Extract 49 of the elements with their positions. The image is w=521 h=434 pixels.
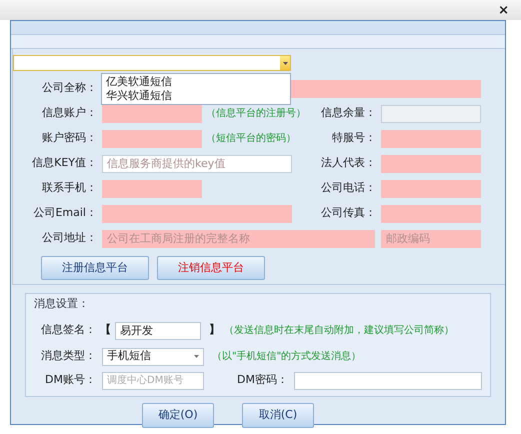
input-field[interactable] <box>381 130 481 148</box>
type-select[interactable]: 手机短信 <box>102 348 204 366</box>
field-label: DM密码： <box>236 372 288 388</box>
input-field[interactable] <box>102 204 292 222</box>
field-label: 信息签名： <box>40 322 96 338</box>
input-field[interactable] <box>102 104 202 122</box>
platform-button[interactable]: 注销信息平台 <box>157 256 265 280</box>
field-label: 联系手机： <box>41 180 97 196</box>
bracket-text: 】 <box>209 322 220 338</box>
input-field[interactable]: 调度中心DM账号 <box>102 372 204 390</box>
select-value: 手机短信 <box>107 348 151 364</box>
field-label: 信息账户： <box>41 105 97 122</box>
hint-text: （信息平台的注册号） <box>206 106 306 121</box>
hint-text: （以"手机短信"的方式发送消息） <box>212 350 362 364</box>
input-field[interactable]: 信息服务商提供的key值 <box>102 154 292 172</box>
dropdown-option[interactable]: 华兴软通短信 <box>102 89 290 103</box>
field-label: 公司地址： <box>41 230 97 246</box>
input-field[interactable] <box>381 104 481 122</box>
field-label: 账户密码： <box>41 130 97 146</box>
input-field[interactable]: 易开发 <box>115 322 201 340</box>
field-label: 消息类型： <box>40 348 96 364</box>
input-field[interactable] <box>294 372 482 390</box>
field-label: 公司传真： <box>321 205 376 222</box>
caret-icon <box>194 355 199 358</box>
input-field[interactable] <box>381 204 481 222</box>
hint-text: （发送信息时在末尾自动附加，建议填写公司简称） <box>224 324 454 338</box>
field-label: 法人代表： <box>321 155 376 172</box>
dialog-button[interactable]: 取消(C) <box>242 403 314 428</box>
field-label: DM账号： <box>44 372 96 388</box>
dropdown-option[interactable]: 亿美软通短信 <box>102 75 290 89</box>
field-label: 信息余量： <box>321 105 376 122</box>
field-label: 公司Email： <box>32 205 97 222</box>
input-field[interactable] <box>381 154 481 172</box>
field-label: 信息KEY值： <box>31 155 97 172</box>
field-label: 公司电话： <box>321 180 376 196</box>
input-field[interactable]: 公司在工商局注册的完整名称 <box>102 230 375 248</box>
dialog-button[interactable]: 确定(O) <box>142 403 214 428</box>
field-label: 公司全称： <box>40 80 97 96</box>
hint-text: （短信平台的密码） <box>206 132 296 146</box>
caret-icon[interactable] <box>280 56 290 70</box>
input-field[interactable] <box>102 130 202 148</box>
field-label: 特服号： <box>332 130 376 146</box>
bracket-text: 【 <box>100 322 111 338</box>
platform-button[interactable]: 注册信息平台 <box>41 256 149 280</box>
group-title: 消息设置： <box>34 296 90 312</box>
input-field[interactable]: 邮政编码 <box>381 230 481 248</box>
close-button[interactable]: × <box>498 4 509 16</box>
input-field[interactable] <box>381 180 481 198</box>
input-field[interactable] <box>102 180 202 198</box>
